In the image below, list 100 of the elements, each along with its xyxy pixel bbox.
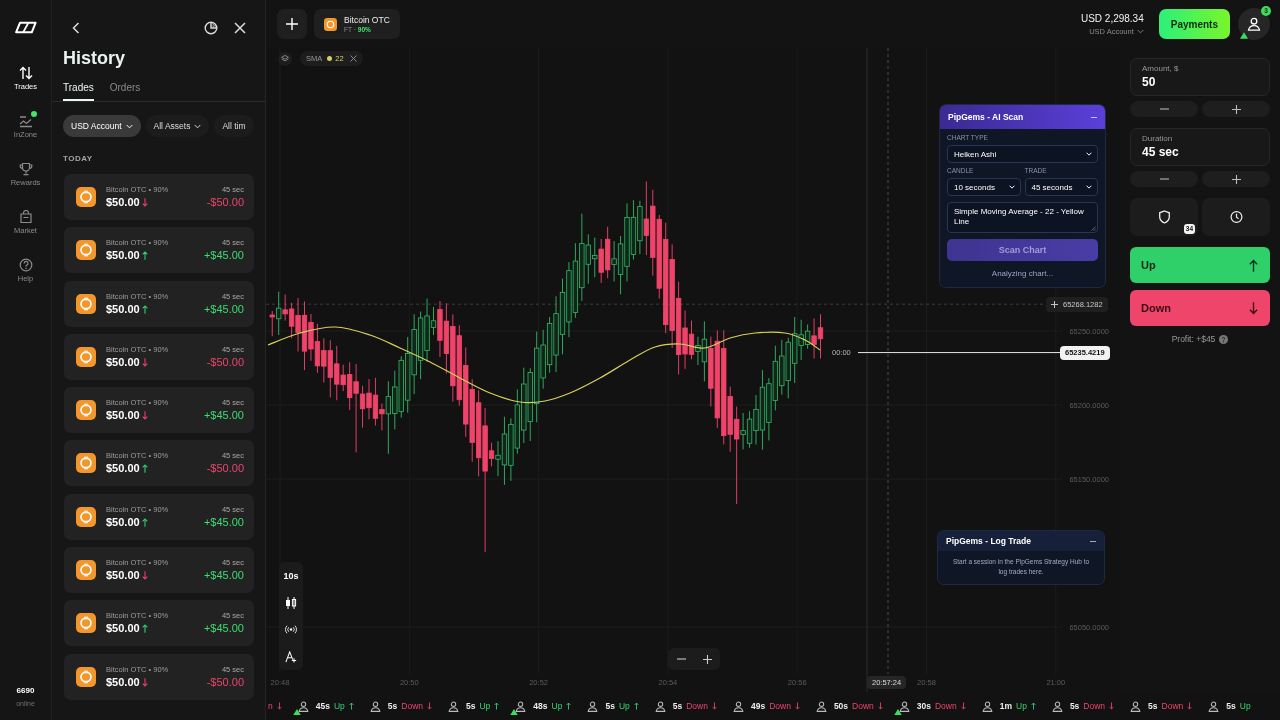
layers-icon (281, 55, 289, 62)
triangle-icon (893, 708, 902, 715)
coin-icon (324, 17, 337, 31)
trade-duration: 48s (533, 701, 548, 711)
panel-title: History (63, 48, 126, 68)
trade-direction: Down (401, 701, 423, 711)
add-asset-button[interactable] (277, 9, 307, 39)
plus-icon (286, 18, 298, 30)
trade-direction: Down (852, 701, 874, 711)
arrow-down-icon (711, 702, 717, 710)
trade-profit: +$45.00 (203, 249, 244, 263)
trade-duration: 30s (916, 701, 931, 711)
field-value: 45 sec (1142, 145, 1180, 159)
status-text: Analyzing chart... (990, 269, 1055, 279)
field-value: 50 (1142, 75, 1157, 89)
logo-icon (14, 21, 37, 34)
panel-title: PipGems - AI Scan (948, 112, 1024, 122)
trade-duration: 5s (1148, 701, 1158, 711)
account-balance: USD 2,298.34 (1080, 12, 1144, 25)
user-icon (515, 700, 527, 712)
arrow-up-icon (633, 702, 639, 710)
trade-amount: $50.00 (106, 302, 140, 316)
filter-dropdown[interactable]: All tim (214, 115, 254, 137)
arrow-up-icon (348, 702, 354, 710)
arrow-up-icon (1030, 702, 1036, 710)
shield-icon (1157, 210, 1171, 224)
user-icon (1208, 700, 1220, 712)
coin-icon (76, 240, 96, 261)
up-button[interactable]: Up (1130, 247, 1270, 283)
drawing-tool-icon (285, 650, 297, 663)
chevron-down-icon (125, 123, 133, 129)
coin-icon (76, 453, 96, 474)
help-icon (18, 258, 33, 272)
coin-icon (76, 613, 96, 634)
trade-duration: 5s (605, 701, 615, 711)
trade-duration: 5s (387, 701, 398, 711)
down-button[interactable]: Down (1130, 290, 1270, 326)
notification-dot-icon (30, 111, 37, 117)
payments-button[interactable]: Payments (1158, 9, 1230, 39)
chart-type-select[interactable]: Heiken Ashi (947, 145, 1098, 163)
trade-direction: Down (935, 701, 957, 711)
tab[interactable]: Orders (109, 79, 141, 101)
user-icon (732, 700, 744, 712)
trade-direction: Up (333, 701, 345, 711)
chevron-left-icon (72, 22, 80, 34)
minimize-icon[interactable] (1091, 116, 1097, 118)
chevron-down-icon (1086, 152, 1092, 156)
trade-duration: 50s (833, 701, 849, 711)
group-label: TODAY (63, 154, 94, 164)
filter-dropdown[interactable]: All Assets (145, 115, 210, 137)
minimize-icon[interactable] (1090, 540, 1096, 542)
trade-profit: +$45.00 (203, 569, 244, 583)
chevron-down-icon (1008, 185, 1015, 189)
amount-field[interactable]: Amount, $ 50 (1130, 58, 1270, 96)
trade-amount: $50.00 (106, 515, 140, 529)
trade-profit: -$50.00 (206, 196, 244, 209)
trade-profit: +$45.00 (203, 622, 244, 636)
notes-field[interactable]: Simple Moving Average - 22 - Yellow Line (947, 202, 1098, 233)
duration-field[interactable]: Duration 45 sec (1130, 128, 1270, 166)
online-count: 6690 (16, 686, 35, 696)
arrow-up-icon (566, 702, 572, 710)
trade-amount: $50.00 (106, 622, 140, 636)
plus-icon (1231, 174, 1241, 184)
trade-profit: -$50.00 (206, 355, 244, 369)
triangle-icon (510, 708, 519, 715)
tab[interactable]: Trades (63, 79, 94, 101)
trade-duration: 5s (1226, 701, 1236, 711)
trade-direction: Up (1239, 701, 1251, 711)
help-icon[interactable] (1219, 334, 1229, 344)
coin-icon (76, 400, 96, 421)
trade-duration: 49s (750, 701, 766, 711)
trade-direction: Down (769, 701, 791, 711)
arrow-down-icon (960, 702, 966, 710)
user-icon (587, 700, 599, 712)
user-icon (1130, 700, 1142, 712)
trade-profit: +$45.00 (203, 409, 244, 423)
user-icon (815, 700, 827, 712)
candle-select[interactable]: 10 seconds (947, 178, 1021, 196)
arrow-down-icon (794, 702, 800, 710)
statistics-button[interactable] (204, 21, 218, 35)
minus-icon (1159, 178, 1169, 180)
field-label: Amount, $ (1142, 64, 1180, 73)
layers-button[interactable] (278, 51, 292, 66)
minus-icon (676, 658, 686, 660)
user-icon (898, 700, 910, 712)
trade-select[interactable]: 45 seconds (1024, 178, 1098, 196)
plus-icon[interactable] (1051, 300, 1058, 308)
timer-button[interactable] (1202, 198, 1270, 236)
shopping-bag-icon (18, 210, 33, 224)
profit-text: Profit: +$45 (1171, 334, 1216, 344)
trophy-icon (18, 162, 33, 176)
user-icon (654, 700, 666, 712)
trade-amount: $50.00 (106, 355, 140, 369)
close-icon[interactable] (349, 55, 357, 62)
trade-direction: n (268, 701, 273, 711)
coin-icon (76, 666, 96, 687)
coin-icon (76, 293, 96, 314)
filter-dropdown[interactable]: USD Account (63, 115, 141, 137)
trade-duration: 45s (315, 701, 330, 711)
close-button[interactable] (233, 21, 247, 35)
